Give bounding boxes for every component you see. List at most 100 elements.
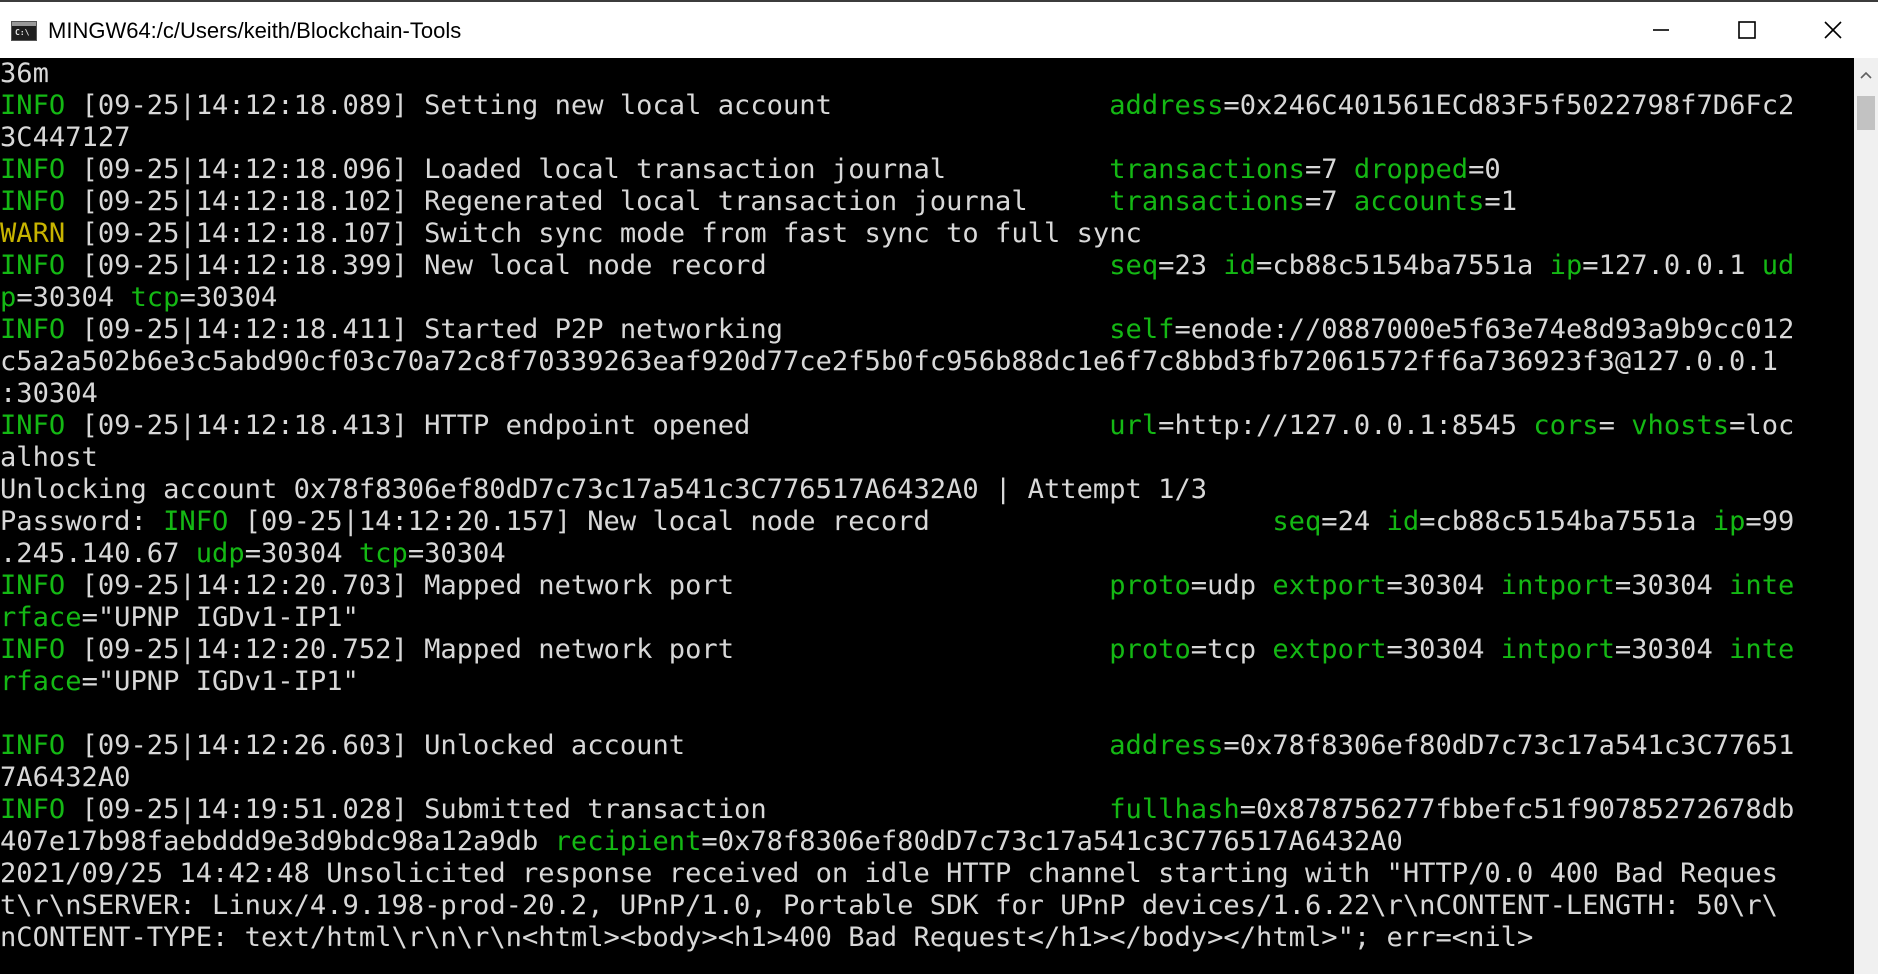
log-text: =30304 [1614,570,1730,601]
log-text: Unlocking account 0x78f8306ef80dD7c73c17… [0,474,1208,505]
log-key: address [1109,90,1224,121]
console-line: .245.140.67 udp=30304 tcp=30304 [0,538,1794,570]
log-text: =0 [1468,154,1501,185]
log-text: c5a2a502b6e3c5abd90cf03c70a72c8f70339263… [0,346,1778,377]
log-text: =30304 [407,538,506,569]
log-text: [09-25|14:12:20.703] Mapped network port [65,570,1110,601]
log-key: id [1223,250,1257,281]
log-key: dropped [1353,154,1469,185]
console-line: WARN [09-25|14:12:18.107] Switch sync mo… [0,218,1794,250]
console-line: 7A6432A0 [0,762,1794,794]
terminal-window: C:\ MINGW64:/c/Users/keith/Blockchain-To… [0,0,1878,974]
log-text: =udp [1190,570,1273,601]
title-bar[interactable]: C:\ MINGW64:/c/Users/keith/Blockchain-To… [0,0,1878,58]
log-key: seq [1272,506,1322,537]
log-text: =cb88c5154ba7551a [1419,506,1713,537]
log-key: extport [1272,570,1387,601]
log-key: url [1109,410,1159,441]
console-line: :30304 [0,378,1794,410]
close-button[interactable] [1788,2,1878,58]
log-text: Password: [0,506,164,537]
console-line: 2021/09/25 14:42:48 Unsolicited response… [0,858,1794,890]
log-level-info: INFO [0,90,66,121]
log-text: =30304 [16,282,131,313]
log-text: =7 [1304,186,1354,217]
vertical-scrollbar[interactable] [1854,58,1878,974]
log-level-info: INFO [0,634,66,665]
console-line: INFO [09-25|14:12:18.411] Started P2P ne… [0,314,1794,346]
log-text: =30304 [179,282,278,313]
log-key: inte [1729,634,1795,665]
log-level-info: INFO [0,410,66,441]
log-level-info: INFO [0,314,66,345]
console-line: INFO [09-25|14:12:18.102] Regenerated lo… [0,186,1794,218]
log-level-info: INFO [163,506,229,537]
maximize-button[interactable] [1702,2,1792,58]
console-line: t\r\nSERVER: Linux/4.9.198-prod-20.2, UP… [0,890,1794,922]
log-key: transactions [1109,186,1305,217]
log-text: =7 [1304,154,1354,185]
log-level-warn: WARN [0,218,66,249]
log-key: ip [1712,506,1746,537]
minimize-icon [1653,29,1669,31]
chevron-up-icon [1860,71,1872,79]
log-key: inte [1729,570,1795,601]
maximize-icon [1738,21,1756,39]
scroll-up-button[interactable] [1854,58,1878,92]
minimize-button[interactable] [1616,2,1706,58]
log-text: =23 [1158,250,1224,281]
console-output[interactable]: 36m INFO [09-25|14:12:18.089] Setting new… [0,58,1854,974]
log-text: ="UPNP IGDv1-IP1" [81,602,359,633]
log-text: =enode://0887000e5f63e74e8d93a9b9cc012 [1174,314,1795,345]
log-key: extport [1272,634,1387,665]
log-text: =0x78f8306ef80dD7c73c17a541c3C776517A643… [701,826,1403,857]
log-text: =cb88c5154ba7551a [1256,250,1550,281]
console-line: 3C447127 [0,122,1794,154]
log-text: =1 [1484,186,1518,217]
log-text: [09-25|14:12:20.157] New local node reco… [228,506,1273,537]
log-key: fullhash [1109,794,1240,825]
log-text: =tcp [1190,634,1273,665]
terminal-icon[interactable]: C:\ [11,21,37,41]
console-line: 407e17b98faebddd9e3d9bdc98a12a9db recipi… [0,826,1794,858]
log-text: =0x78f8306ef80dD7c73c17a541c3C77651 [1223,730,1795,761]
log-key: address [1109,730,1224,761]
log-level-info: INFO [0,250,66,281]
log-key: rface [0,666,82,697]
console-line: alhost [0,442,1794,474]
log-key: cors [1533,410,1599,441]
log-text: [09-25|14:12:20.752] Mapped network port [65,634,1110,665]
log-text: =30304 [1614,634,1730,665]
log-text: [09-25|14:12:26.603] Unlocked account [65,730,1110,761]
log-text: =99 [1745,506,1795,537]
log-text: =30304 [1386,570,1501,601]
log-text: = [1598,410,1632,441]
console-line: rface="UPNP IGDv1-IP1" [0,666,1794,698]
log-text: alhost [0,442,98,473]
log-level-info: INFO [0,794,66,825]
log-level-info: INFO [0,570,66,601]
log-key: intport [1500,634,1615,665]
log-text: .245.140.67 [0,538,196,569]
log-text: nCONTENT-TYPE: text/html\r\n\r\n<html><b… [0,922,1534,953]
log-text: t\r\nSERVER: Linux/4.9.198-prod-20.2, UP… [0,890,1778,921]
log-text: [09-25|14:19:51.028] Submitted transacti… [65,794,1110,825]
log-text: 3C447127 [0,122,131,153]
log-key: proto [1109,570,1191,601]
log-key: intport [1500,570,1615,601]
log-key: udp [195,538,245,569]
log-text: ="UPNP IGDv1-IP1" [81,666,359,697]
log-text: [09-25|14:12:18.399] New local node reco… [65,250,1110,281]
console-line: c5a2a502b6e3c5abd90cf03c70a72c8f70339263… [0,346,1794,378]
log-level-info: INFO [0,154,66,185]
log-key: seq [1109,250,1159,281]
log-text: [09-25|14:12:18.096] Loaded local transa… [65,154,1110,185]
log-text: =127.0.0.1 [1582,250,1762,281]
log-key: tcp [130,282,180,313]
console-line: rface="UPNP IGDv1-IP1" [0,602,1794,634]
log-text: =30304 [244,538,359,569]
scrollbar-thumb[interactable] [1857,96,1875,130]
console-line: INFO [09-25|14:12:26.603] Unlocked accou… [0,730,1794,762]
log-key: vhosts [1631,410,1730,441]
log-text: =0x246C401561ECd83F5f5022798f7D6Fc2 [1223,90,1795,121]
